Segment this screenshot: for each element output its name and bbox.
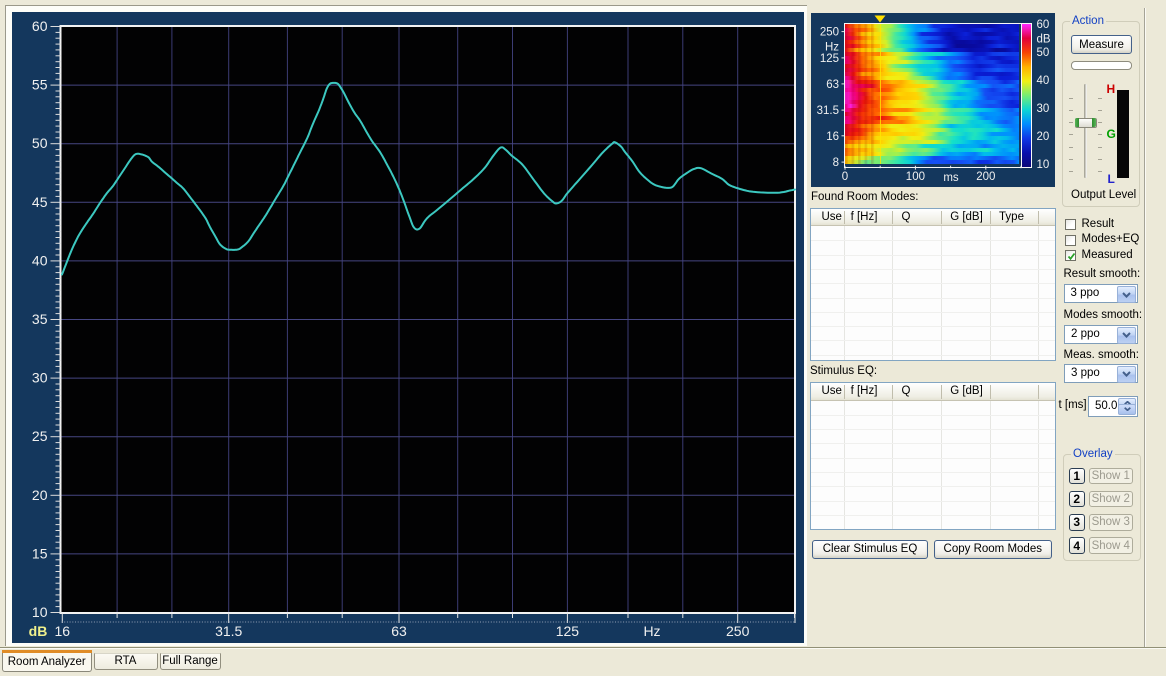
svg-text:50: 50 [32, 135, 48, 151]
svg-text:Hz: Hz [825, 42, 839, 54]
svg-text:ms: ms [943, 172, 959, 184]
svg-text:63: 63 [826, 79, 839, 91]
svg-text:8: 8 [833, 157, 839, 169]
svg-text:50: 50 [1037, 47, 1050, 59]
svg-text:30: 30 [1037, 103, 1050, 115]
svg-text:100: 100 [906, 171, 925, 183]
svg-text:45: 45 [32, 194, 48, 210]
svg-text:55: 55 [32, 77, 48, 93]
svg-text:40: 40 [32, 252, 48, 268]
svg-text:250: 250 [726, 623, 750, 639]
svg-text:Hz: Hz [643, 623, 660, 639]
svg-text:0: 0 [842, 171, 848, 183]
svg-text:10: 10 [32, 604, 48, 620]
svg-text:200: 200 [976, 171, 995, 183]
svg-text:16: 16 [826, 131, 839, 143]
svg-text:125: 125 [820, 53, 839, 65]
svg-text:60: 60 [1037, 19, 1050, 31]
svg-text:20: 20 [1037, 131, 1050, 143]
svg-text:35: 35 [32, 311, 48, 327]
svg-text:60: 60 [32, 18, 48, 34]
svg-text:dB: dB [1037, 34, 1051, 46]
svg-text:31.5: 31.5 [215, 623, 242, 639]
svg-text:10: 10 [1037, 159, 1050, 171]
svg-text:63: 63 [391, 623, 407, 639]
svg-text:250: 250 [820, 27, 839, 39]
svg-text:31.5: 31.5 [817, 105, 839, 117]
svg-text:dB: dB [29, 623, 48, 639]
svg-text:20: 20 [32, 487, 48, 503]
svg-text:30: 30 [32, 370, 48, 386]
svg-text:125: 125 [556, 623, 580, 639]
svg-text:16: 16 [55, 623, 71, 639]
svg-text:25: 25 [32, 428, 48, 444]
svg-text:40: 40 [1037, 75, 1050, 87]
svg-text:15: 15 [32, 545, 48, 561]
